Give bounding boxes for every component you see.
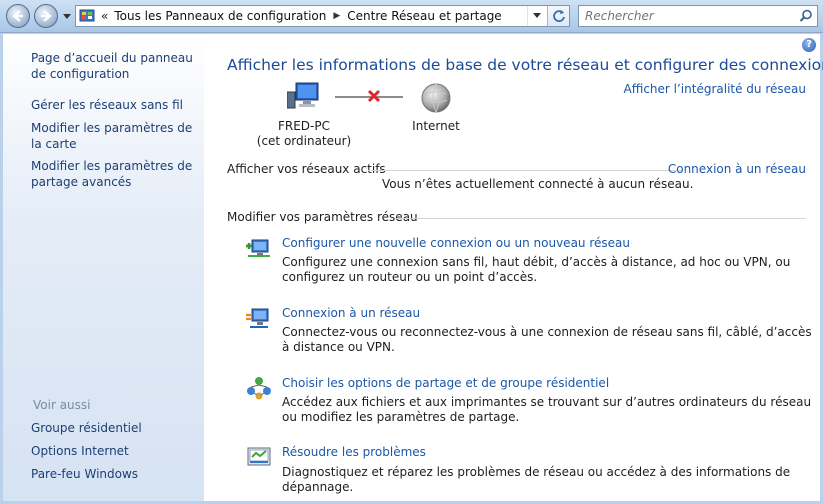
address-dropdown[interactable] [527, 6, 545, 26]
connect-to-network-link[interactable]: Connexion à un réseau [668, 162, 806, 176]
setup-new-connection-link[interactable]: Configurer une nouvelle connexion ou un … [282, 236, 630, 250]
troubleshoot-link[interactable]: Résoudre les problèmes [282, 445, 426, 459]
troubleshoot-desc: Diagnostiquez et réparez les problèmes d… [282, 465, 791, 494]
computer-sub-label: (cet ordinateur) [256, 134, 352, 148]
search-input[interactable] [585, 9, 785, 23]
breadcrumb-overflow[interactable]: « [101, 9, 108, 23]
page-title: Afficher les informations de base de vot… [227, 56, 823, 74]
computer-icon[interactable] [287, 82, 319, 110]
breadcrumb-separator-icon[interactable]: ▶ [333, 11, 340, 21]
new-connection-icon[interactable] [246, 236, 272, 260]
sidebar-item-homegroup[interactable]: Groupe résidentiel [31, 420, 199, 436]
computer-name-label: FRED-PC [277, 119, 330, 133]
address-bar[interactable]: « Tous les Panneaux de configuration ▶ C… [75, 5, 570, 27]
help-icon[interactable]: ? [802, 38, 816, 52]
sidebar-item-internet-options[interactable]: Options Internet [31, 443, 199, 459]
sidebar-item-control-panel-home[interactable]: Page d’accueil du panneau de configurati… [31, 50, 199, 82]
connect-to-network-task-link[interactable]: Connexion à un réseau [282, 306, 420, 320]
refresh-icon [552, 10, 565, 22]
connect-to-network-task-desc: Connectez-vous ou reconnectez-vous à une… [282, 325, 812, 354]
divider [395, 218, 806, 219]
setup-new-connection-desc: Configurez une connexion sans fil, haut … [282, 255, 791, 284]
troubleshoot-icon[interactable] [246, 445, 272, 469]
divider [368, 170, 682, 171]
forward-button[interactable] [34, 4, 58, 28]
main-content: ? Afficher les informations de base de v… [204, 34, 823, 501]
sharing-options-link[interactable]: Choisir les options de partage et de gro… [282, 376, 609, 390]
sidebar: Page d’accueil du panneau de configurati… [3, 34, 204, 501]
breadcrumb-item-all-control-panels[interactable]: Tous les Panneaux de configuration [114, 9, 326, 23]
refresh-button[interactable] [547, 6, 569, 26]
sidebar-item-windows-firewall[interactable]: Pare-feu Windows [31, 466, 199, 482]
search-icon[interactable] [799, 9, 813, 23]
no-network-message: Vous n’êtes actuellement connecté à aucu… [382, 177, 694, 191]
sidebar-item-adapter-settings[interactable]: Modifier les paramètres de la carte [31, 120, 199, 152]
see-also-heading: Voir aussi [33, 398, 91, 412]
recent-pages-dropdown[interactable] [62, 12, 72, 22]
globe-icon[interactable] [420, 82, 452, 114]
internet-label: Internet [412, 119, 460, 133]
breadcrumb-item-network-center[interactable]: Centre Réseau et partage [347, 9, 501, 23]
sidebar-item-manage-wireless[interactable]: Gérer les réseaux sans fil [31, 97, 199, 113]
full-map-link[interactable]: Afficher l’intégralité du réseau [624, 82, 806, 96]
connect-network-icon[interactable] [246, 306, 272, 330]
homegroup-sharing-icon[interactable] [246, 376, 272, 400]
search-box[interactable] [578, 5, 818, 27]
control-panel-icon [79, 9, 95, 22]
sharing-options-desc: Accédez aux fichiers et aux imprimantes … [282, 395, 812, 424]
chevron-down-icon [532, 13, 541, 18]
chevron-down-icon [63, 14, 71, 19]
navigation-bar: « Tous les Panneaux de configuration ▶ C… [0, 0, 823, 33]
active-networks-heading: Afficher vos réseaux actifs [227, 162, 386, 176]
sidebar-item-advanced-sharing[interactable]: Modifier les paramètres de partage avanc… [31, 158, 199, 190]
network-settings-heading: Modifier vos paramètres réseau [227, 210, 418, 224]
back-arrow-icon [12, 10, 23, 22]
back-button[interactable] [6, 4, 30, 28]
forward-arrow-icon [41, 10, 52, 22]
disconnected-x-icon[interactable] [367, 89, 381, 103]
